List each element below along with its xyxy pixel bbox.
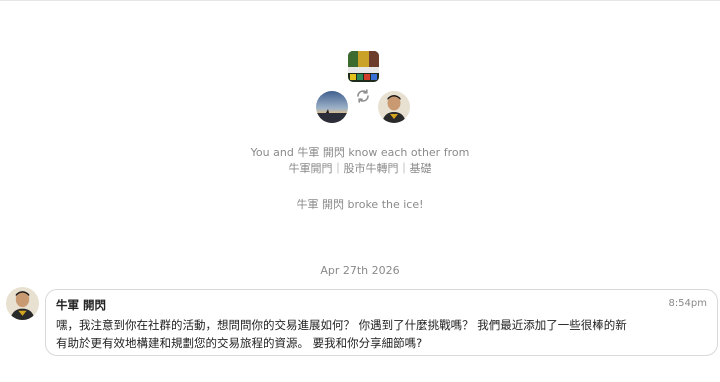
top-divider	[0, 0, 720, 1]
mutual-groups-list[interactable]: 牛軍開門｜股市牛轉門｜基礎	[0, 162, 720, 176]
community-logo-icon	[348, 51, 379, 82]
sync-icon	[355, 88, 371, 104]
sender-avatar[interactable]	[6, 287, 39, 320]
message-line: 有助於更有效地構建和規劃您的交易旅程的資源。 要我和你分享細節嗎?	[56, 336, 423, 350]
broke-ice-text: 牛軍 開閃 broke the ice!	[296, 198, 424, 211]
message-sender-name[interactable]: 牛軍 開閃	[56, 297, 106, 313]
mutual-communities-text: You and 牛軍 開閃 know each other from	[250, 146, 470, 159]
message-line: 嘿，我注意到你在社群的活動，想問問你的交易進展如何？ 你遇到了什麼挑戰嗎？ 我們…	[56, 318, 627, 332]
message-bubble[interactable]: 牛軍 開閃 8:54pm 嘿，我注意到你在社群的活動，想問問你的交易進展如何？ …	[45, 289, 718, 356]
other-user-avatar	[378, 91, 410, 123]
message-timestamp: 8:54pm	[668, 298, 707, 309]
date-separator: Apr 27th 2026	[320, 264, 400, 277]
message-text: 嘿，我注意到你在社群的活動，想問問你的交易進展如何？ 你遇到了什麼挑戰嗎？ 我們…	[56, 316, 701, 352]
my-avatar	[316, 91, 348, 123]
